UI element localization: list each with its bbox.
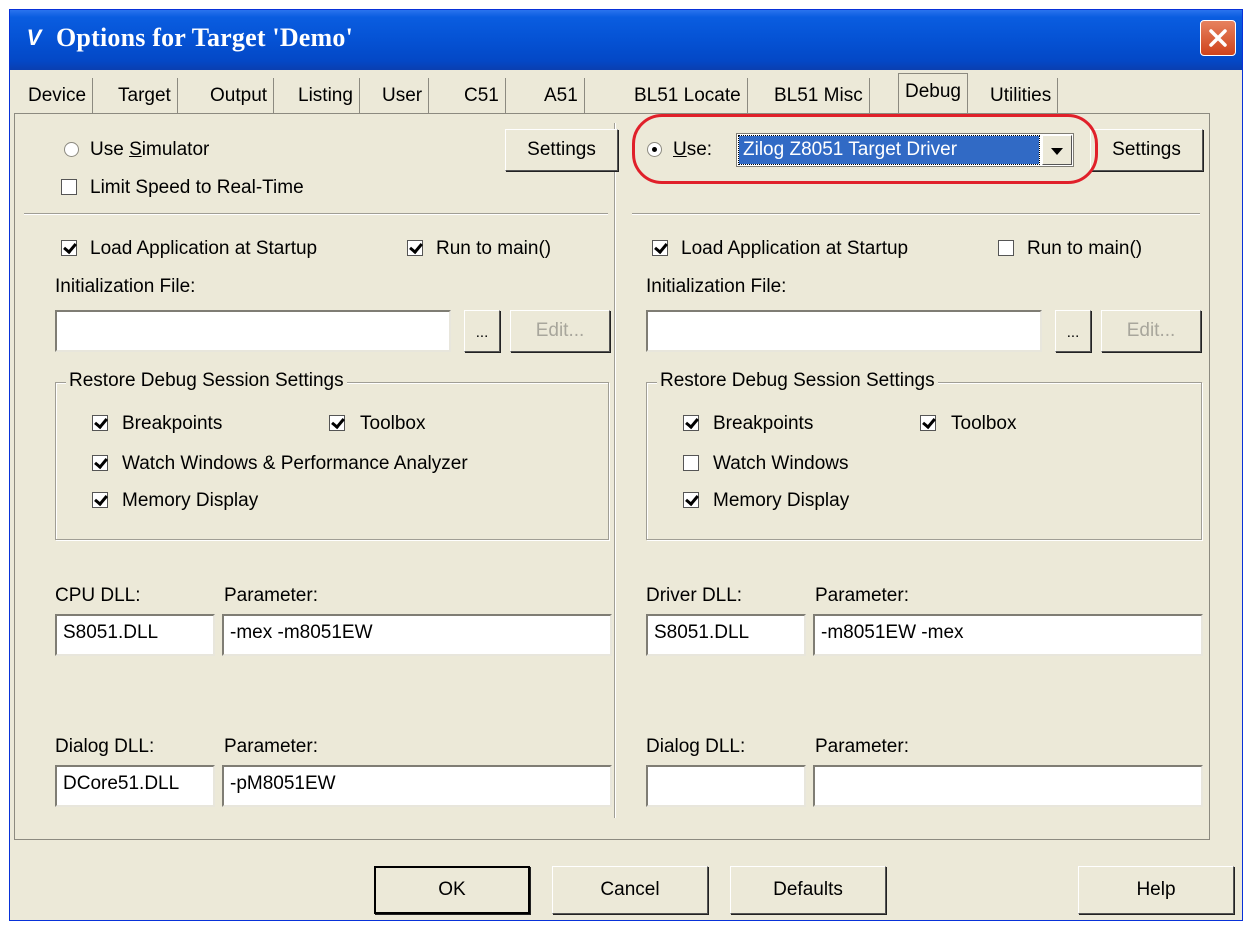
right-run-to-main-label: Run to main() [1027,238,1143,259]
tab-strip: Device Target Output Listing User C51 A5… [22,73,1222,118]
cpu-param-input[interactable]: -mex -m8051EW [222,614,612,656]
use-simulator-radio[interactable] [64,142,79,157]
right-watch-label: Watch Windows [713,453,849,474]
left-watch-label: Watch Windows & Performance Analyzer [122,453,468,474]
tab-utilities[interactable]: Utilities [984,78,1059,114]
right-toolbox-label: Toolbox [951,413,1017,434]
chevron-down-icon[interactable] [1042,135,1072,165]
tab-c51[interactable]: C51 [458,78,506,114]
cancel-button[interactable]: Cancel [552,866,708,914]
left-load-app-label: Load Application at Startup [90,238,318,259]
left-browse-button[interactable]: ... [464,310,500,352]
left-load-app-checkbox[interactable] [61,240,77,256]
right-memory-label: Memory Display [713,490,850,511]
left-edit-button[interactable]: Edit... [510,310,610,352]
left-dialog-param-label: Parameter: [224,736,318,757]
limit-speed-checkbox[interactable] [61,179,77,195]
close-icon [1209,29,1227,47]
tab-bl51-locate[interactable]: BL51 Locate [628,78,748,114]
left-dialog-dll-input[interactable]: DCore51.DLL [55,765,215,807]
tab-bl51-misc[interactable]: BL51 Misc [768,78,870,114]
uvision-app-icon: V [26,25,42,50]
driver-dll-input[interactable]: S8051.DLL [646,614,806,656]
right-watch-checkbox[interactable] [683,455,699,471]
right-memory-checkbox[interactable] [683,492,699,508]
driver-settings-button[interactable]: Settings [1090,129,1203,171]
left-memory-checkbox[interactable] [92,492,108,508]
right-load-app-checkbox[interactable] [652,240,668,256]
driver-param-input[interactable]: -m8051EW -mex [813,614,1203,656]
defaults-button[interactable]: Defaults [730,866,886,914]
left-run-to-main-label: Run to main() [436,238,552,259]
left-init-file-label: Initialization File: [55,276,196,297]
left-divider [24,213,608,215]
help-button[interactable]: Help [1078,866,1234,914]
cpu-dll-input[interactable]: S8051.DLL [55,614,215,656]
use-driver-label: Use: [673,139,713,160]
driver-dropdown[interactable]: Zilog Z8051 Target Driver [736,133,1074,167]
cpu-dll-label: CPU DLL: [55,585,141,606]
right-dialog-dll-label: Dialog DLL: [646,736,746,757]
right-init-file-input[interactable] [646,310,1042,352]
right-restore-title: Restore Debug Session Settings [657,370,938,392]
right-dialog-param-label: Parameter: [815,736,909,757]
right-edit-button[interactable]: Edit... [1101,310,1201,352]
cpu-param-label: Parameter: [224,585,318,606]
left-breakpoints-label: Breakpoints [122,413,223,434]
left-toolbox-label: Toolbox [360,413,426,434]
right-browse-button[interactable]: ... [1055,310,1091,352]
tab-listing[interactable]: Listing [292,78,360,114]
close-button[interactable] [1200,20,1236,56]
right-breakpoints-label: Breakpoints [713,413,814,434]
column-divider [614,123,616,818]
left-dialog-dll-label: Dialog DLL: [55,736,155,757]
tab-debug[interactable]: Debug [898,73,968,115]
right-load-app-label: Load Application at Startup [681,238,909,259]
left-init-file-input[interactable] [55,310,451,352]
driver-dll-label: Driver DLL: [646,585,743,606]
left-run-to-main-checkbox[interactable] [407,240,423,256]
right-dialog-dll-input[interactable] [646,765,806,807]
tab-a51[interactable]: A51 [538,78,585,114]
tab-user[interactable]: User [376,78,430,114]
right-init-file-label: Initialization File: [646,276,787,297]
tab-device[interactable]: Device [22,78,94,114]
left-watch-checkbox[interactable] [92,455,108,471]
tab-output[interactable]: Output [204,78,275,114]
window-title: Options for Target 'Demo' [56,23,354,52]
right-breakpoints-checkbox[interactable] [683,415,699,431]
simulator-settings-button[interactable]: Settings [505,129,618,171]
tab-target[interactable]: Target [112,78,178,114]
right-toolbox-checkbox[interactable] [920,415,936,431]
right-divider [632,213,1200,215]
right-run-to-main-checkbox[interactable] [998,240,1014,256]
left-breakpoints-checkbox[interactable] [92,415,108,431]
title-bar[interactable]: V Options for Target 'Demo' [10,10,1242,70]
left-toolbox-checkbox[interactable] [329,415,345,431]
left-memory-label: Memory Display [122,490,259,511]
right-dialog-param-input[interactable] [813,765,1203,807]
driver-param-label: Parameter: [815,585,909,606]
left-dialog-param-input[interactable]: -pM8051EW [222,765,612,807]
use-driver-radio[interactable] [647,142,662,157]
ok-button[interactable]: OK [374,866,530,914]
left-restore-title: Restore Debug Session Settings [66,370,347,392]
limit-speed-label: Limit Speed to Real-Time [90,177,304,198]
driver-selected-value: Zilog Z8051 Target Driver [738,135,1040,165]
use-simulator-label: Use Simulator [90,139,210,160]
